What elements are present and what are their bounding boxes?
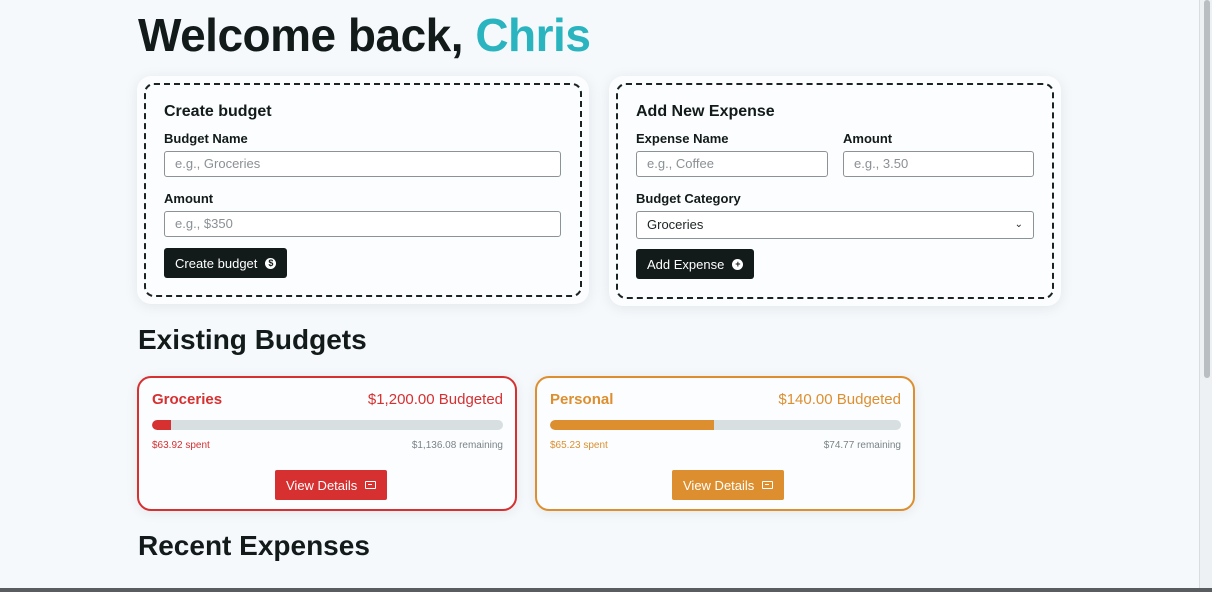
expense-amount-input[interactable]: e.g., 3.50 [843, 151, 1034, 177]
budget-progress-bar [550, 420, 901, 430]
user-name: Chris [475, 9, 591, 61]
budget-card-amount: $1,200.00 Budgeted [367, 391, 503, 408]
window-bottom-edge [0, 588, 1212, 592]
budget-amount-input[interactable]: e.g., $350 [164, 211, 561, 237]
budget-progress-fill [550, 420, 714, 430]
view-details-button[interactable]: View Details [275, 470, 388, 500]
view-details-button[interactable]: View Details [672, 470, 785, 500]
existing-budgets-heading: Existing Budgets [138, 324, 367, 355]
view-details-label: View Details [286, 477, 358, 493]
budget-card-personal: Personal $140.00 Budgeted $65.23 spent $… [535, 376, 915, 511]
expense-name-label: Expense Name [636, 131, 729, 146]
view-details-label: View Details [683, 477, 755, 493]
create-budget-button-label: Create budget [175, 255, 258, 271]
create-budget-form: Create budget Budget Name e.g., Grocerie… [144, 83, 582, 297]
budget-card-name: Personal [550, 391, 614, 408]
banknote-icon [762, 481, 774, 489]
budget-progress-bar [152, 420, 503, 430]
recent-expenses-heading: Recent Expenses [138, 530, 370, 561]
budget-card-groceries: Groceries $1,200.00 Budgeted $63.92 spen… [137, 376, 517, 511]
add-expense-form: Add New Expense Expense Name e.g., Coffe… [616, 83, 1054, 299]
budget-card-name: Groceries [152, 391, 223, 408]
add-expense-card: Add New Expense Expense Name e.g., Coffe… [609, 76, 1061, 306]
budget-card-amount: $140.00 Budgeted [778, 391, 901, 408]
plus-circle-icon: + [732, 258, 744, 270]
budget-name-input[interactable]: e.g., Groceries [164, 151, 561, 177]
budget-amount-label: Amount [164, 191, 214, 206]
expense-amount-label: Amount [843, 131, 893, 146]
expense-name-input[interactable]: e.g., Coffee [636, 151, 828, 177]
budget-spent: $63.92 spent [152, 440, 210, 451]
add-expense-button-label: Add Expense [647, 256, 725, 272]
add-expense-title: Add New Expense [636, 103, 775, 120]
create-budget-title: Create budget [164, 103, 272, 120]
dollar-circle-icon: $ [265, 257, 277, 269]
scrollbar-thumb[interactable] [1204, 0, 1210, 378]
create-budget-card: Create budget Budget Name e.g., Grocerie… [137, 76, 589, 304]
page: Welcome back, Chris Create budget Budget… [0, 0, 1200, 588]
add-expense-button[interactable]: Add Expense + [636, 249, 755, 279]
chevron-down-icon: ⌄ [1014, 219, 1023, 230]
budget-category-label: Budget Category [636, 191, 741, 206]
create-budget-button[interactable]: Create budget $ [164, 248, 288, 278]
budget-remaining: $74.77 remaining [823, 440, 901, 451]
welcome-text: Welcome back, [138, 9, 464, 61]
budget-spent: $65.23 spent [550, 440, 608, 451]
budget-progress-fill [152, 420, 171, 430]
welcome-heading: Welcome back, Chris [138, 8, 591, 62]
budget-remaining: $1,136.08 remaining [411, 440, 503, 451]
budget-category-value: Groceries [647, 217, 704, 232]
budget-category-select[interactable]: Groceries ⌄ [636, 211, 1034, 239]
banknote-icon [365, 481, 377, 489]
budget-name-label: Budget Name [164, 131, 248, 146]
vertical-scrollbar[interactable] [1199, 0, 1212, 592]
